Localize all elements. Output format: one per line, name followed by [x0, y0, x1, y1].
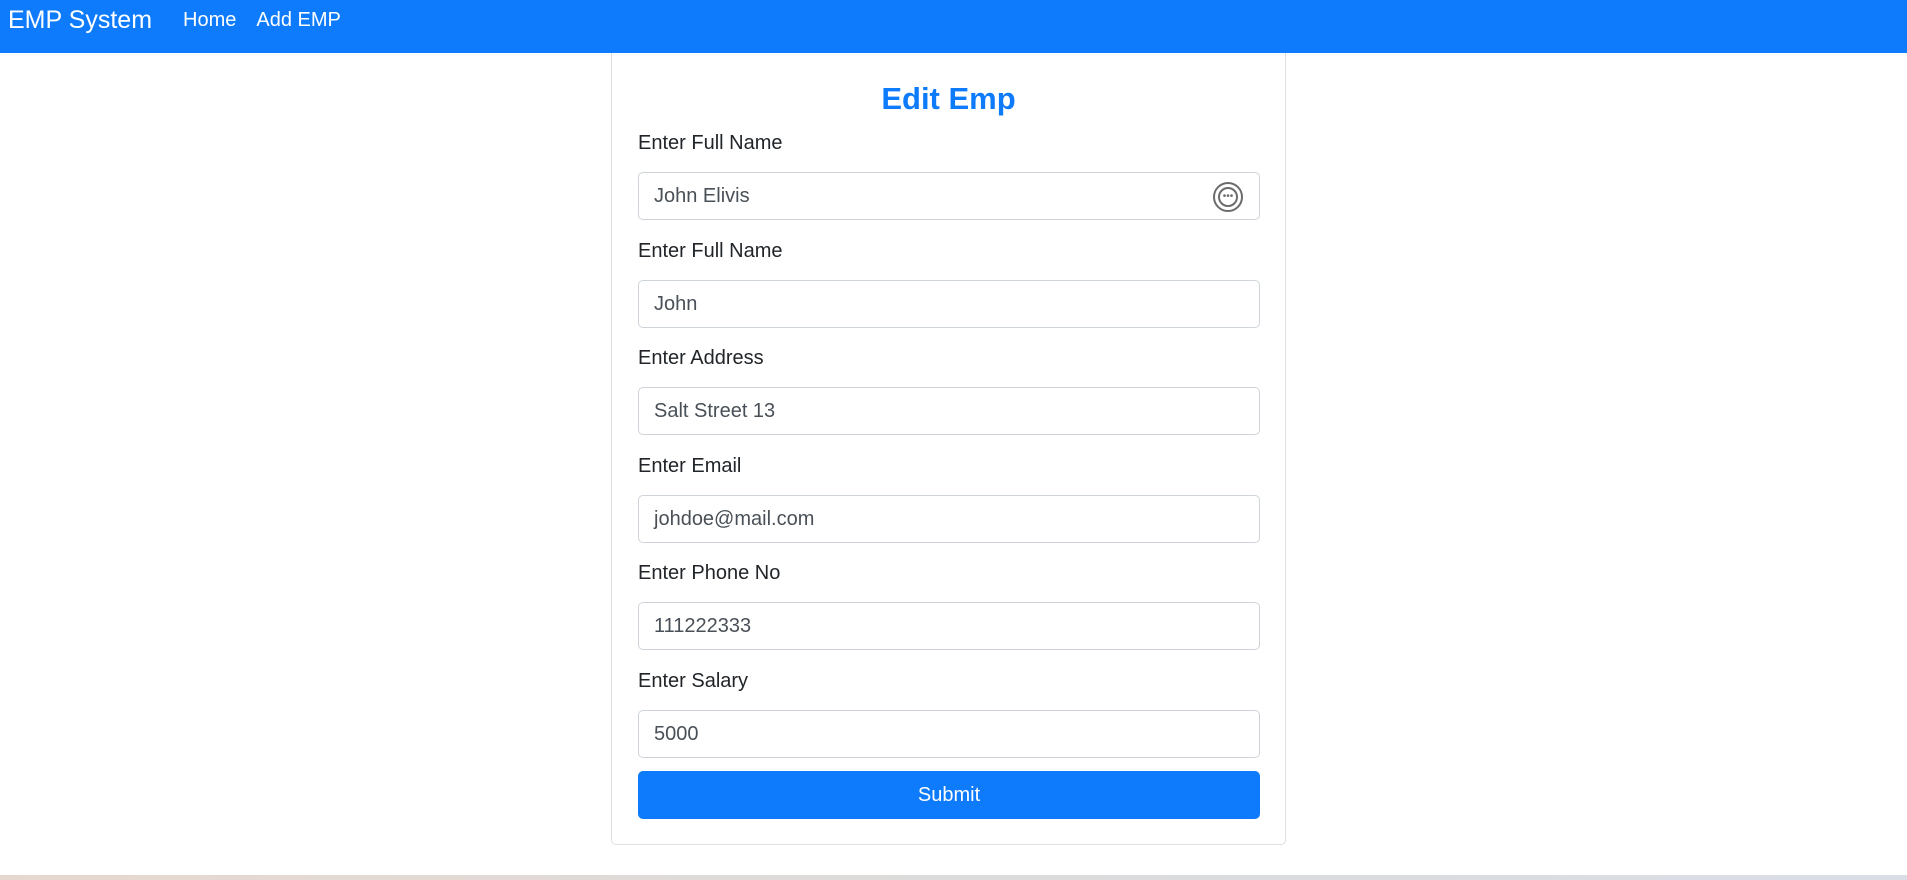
field-group-email: Enter Email johdoe@mail.com	[638, 452, 1260, 543]
navbar-brand[interactable]: EMP System	[8, 6, 152, 35]
field-group-salary: Enter Salary 5000	[638, 667, 1260, 758]
field-label-salary: Enter Salary	[638, 670, 749, 692]
salary-value: 5000	[654, 722, 699, 745]
edit-emp-card: Edit Emp Enter Full Name John Elivis •••…	[611, 53, 1286, 845]
first-name-input[interactable]: John	[638, 280, 1260, 328]
field-label-first-name: Enter Full Name	[638, 240, 783, 262]
nav-link-add-emp[interactable]: Add EMP	[256, 9, 340, 32]
salary-input[interactable]: 5000	[638, 710, 1260, 758]
form-title: Edit Emp	[881, 81, 1016, 116]
window-bottom-border	[0, 875, 1907, 880]
full-name-value: John Elivis	[654, 184, 750, 207]
field-group-address: Enter Address Salt Street 13	[638, 344, 1260, 435]
address-input[interactable]: Salt Street 13	[638, 387, 1260, 435]
field-group-phone: Enter Phone No 111222333	[638, 559, 1260, 650]
field-label-phone: Enter Phone No	[638, 562, 781, 584]
phone-input[interactable]: 111222333	[638, 602, 1260, 650]
full-name-input[interactable]: John Elivis •••	[638, 172, 1260, 220]
field-label-email: Enter Email	[638, 455, 742, 477]
first-name-value: John	[654, 292, 698, 315]
field-label-full-name: Enter Full Name	[638, 132, 783, 154]
email-input[interactable]: johdoe@mail.com	[638, 495, 1260, 543]
nav-link-home[interactable]: Home	[183, 9, 236, 32]
field-label-address: Enter Address	[638, 347, 764, 369]
navbar: EMP System Home Add EMP	[0, 0, 1907, 53]
field-group-first-name: Enter Full Name John	[638, 237, 1260, 328]
address-value: Salt Street 13	[654, 399, 776, 422]
autofill-icon[interactable]: •••	[1213, 182, 1243, 212]
submit-button[interactable]: Submit	[638, 771, 1260, 819]
field-group-full-name: Enter Full Name John Elivis •••	[638, 129, 1260, 220]
phone-value: 111222333	[654, 614, 752, 637]
email-value: johdoe@mail.com	[654, 507, 815, 530]
